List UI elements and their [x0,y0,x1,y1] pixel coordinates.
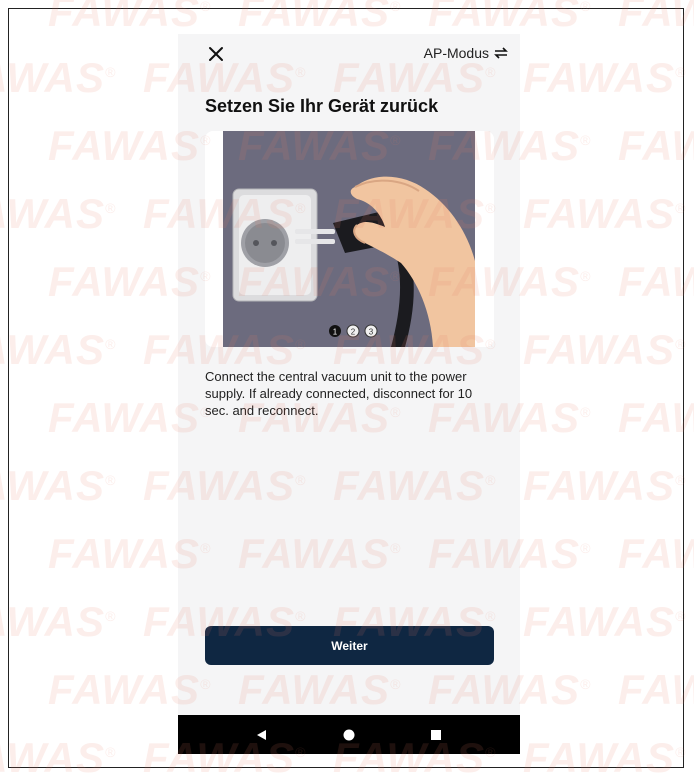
wall-socket [232,188,318,302]
step-2: 2 [351,328,356,337]
recents-square-icon [431,729,442,740]
close-icon [209,47,223,61]
back-button[interactable] [250,723,274,747]
top-bar: AP-Modus [178,34,520,74]
recents-button[interactable] [424,723,448,747]
step-indicator: 1 2 3 [329,324,378,338]
app-screen: AP-Modus Setzen Sie Ihr Gerät zurück 1 2… [178,34,520,754]
continue-button[interactable]: Weiter [205,626,494,665]
reset-illustration: 1 2 3 [205,131,494,347]
ap-mode-switch[interactable]: AP-Modus [424,45,508,61]
close-button[interactable] [205,43,227,65]
home-circle-icon [343,729,355,740]
home-button[interactable] [337,723,361,747]
step-1: 1 [333,328,338,337]
android-nav-bar [178,715,520,754]
back-triangle-icon [256,729,266,740]
page-title: Setzen Sie Ihr Gerät zurück [205,96,439,116]
step-3: 3 [369,328,374,337]
instruction-text: Connect the central vacuum unit to the p… [205,369,473,418]
ap-mode-label: AP-Modus [423,45,489,61]
swap-arrows-icon [494,47,508,59]
